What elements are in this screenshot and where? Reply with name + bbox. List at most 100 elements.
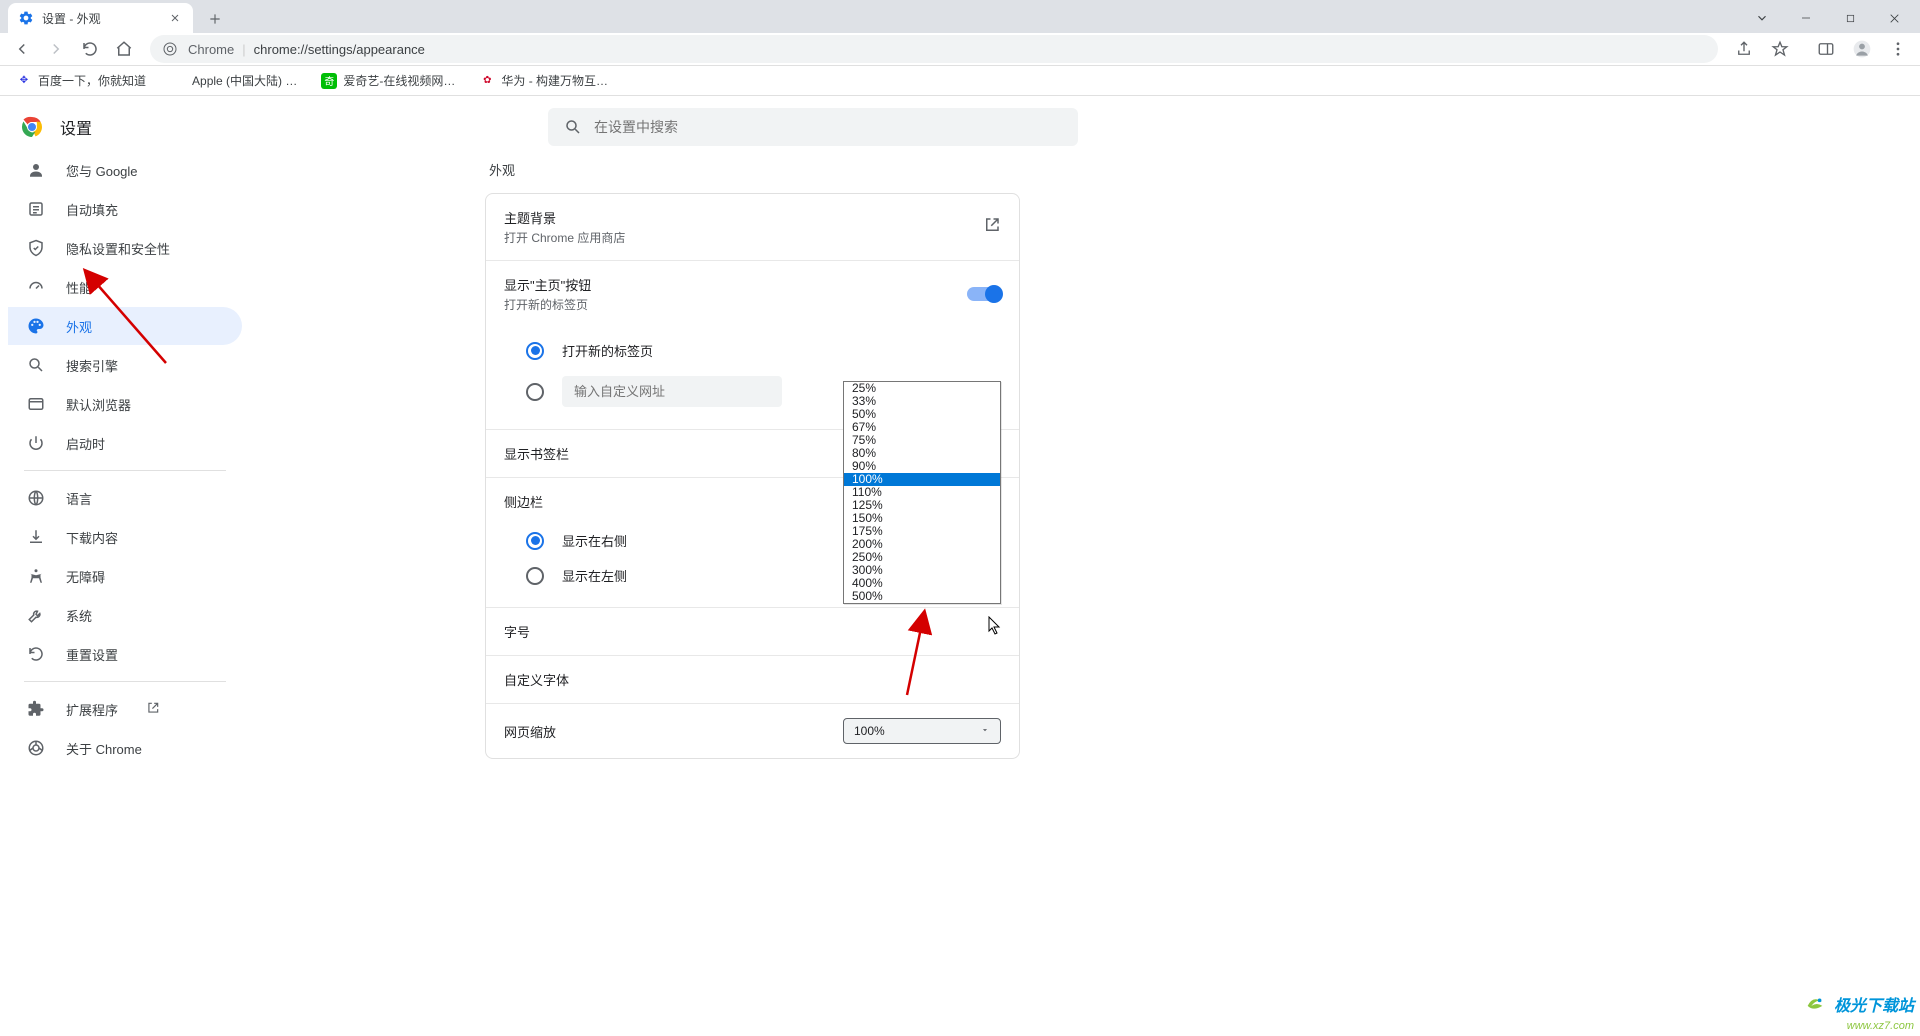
sidebar-item-label: 自动填充	[66, 200, 118, 219]
apple-icon	[170, 73, 186, 89]
browser-title-bar: 设置 - 外观	[0, 0, 1920, 33]
zoom-option[interactable]: 500%	[844, 590, 1000, 603]
autofill-icon	[26, 199, 46, 219]
page-zoom-row: 网页缩放 100%	[486, 704, 1019, 758]
section-title: 外观	[489, 160, 1020, 179]
chrome-icon	[26, 738, 46, 758]
sidebar-item-autofill[interactable]: 自动填充	[8, 190, 242, 228]
sidebar-item-label: 性能	[66, 278, 92, 297]
theme-row[interactable]: 主题背景 打开 Chrome 应用商店	[486, 194, 1019, 261]
close-window-button[interactable]	[1872, 3, 1916, 33]
menu-icon[interactable]	[1884, 35, 1912, 63]
sidebar-item-palette[interactable]: 外观	[8, 307, 242, 345]
close-tab-icon[interactable]	[167, 10, 183, 26]
browser-icon	[26, 394, 46, 414]
chrome-logo-icon	[20, 115, 44, 139]
sidebar-item-label: 重置设置	[66, 645, 118, 664]
wrench-icon	[26, 605, 46, 625]
sidebar-item-shield[interactable]: 隐私设置和安全性	[8, 229, 242, 267]
sidebar-item-label: 关于 Chrome	[66, 739, 142, 758]
home-button-row: 显示"主页"按钮 打开新的标签页	[486, 261, 1019, 327]
share-icon[interactable]	[1730, 35, 1758, 63]
bookmark-iqiyi[interactable]: 奇 爱奇艺-在线视频网…	[315, 68, 461, 93]
speed-icon	[26, 277, 46, 297]
font-size-row[interactable]: 字号	[486, 608, 1019, 656]
reset-icon	[26, 644, 46, 664]
custom-font-row[interactable]: 自定义字体	[486, 656, 1019, 704]
sidebar-item-chrome[interactable]: 关于 Chrome	[8, 729, 242, 767]
radio-icon	[526, 532, 544, 550]
profile-icon[interactable]	[1848, 35, 1876, 63]
url-bar[interactable]: Chrome | chrome://settings/appearance	[150, 35, 1718, 63]
sidebar-item-download[interactable]: 下载内容	[8, 518, 242, 556]
window-controls	[1740, 3, 1920, 33]
url-origin: Chrome	[188, 42, 234, 57]
bookmark-apple[interactable]: Apple (中国大陆) …	[164, 68, 303, 93]
new-tab-button[interactable]	[201, 5, 229, 33]
address-bar: Chrome | chrome://settings/appearance	[0, 33, 1920, 66]
watermark: 极光下载站 www.xz7.com	[1804, 992, 1914, 1032]
huawei-icon: ✿	[479, 73, 495, 89]
accessibility-icon	[26, 566, 46, 586]
chevron-down-icon[interactable]	[1740, 3, 1784, 33]
power-icon	[26, 433, 46, 453]
sidebar-item-label: 搜索引擎	[66, 356, 118, 375]
sidebar-item-label: 下载内容	[66, 528, 118, 547]
maximize-button[interactable]	[1828, 3, 1872, 33]
gear-icon	[18, 10, 34, 26]
palette-icon	[26, 316, 46, 336]
external-link-icon	[983, 216, 1001, 239]
sidebar-item-speed[interactable]: 性能	[8, 268, 242, 306]
url-path: chrome://settings/appearance	[254, 42, 425, 57]
caret-down-icon	[980, 724, 990, 738]
browser-tab[interactable]: 设置 - 外观	[8, 3, 193, 33]
sidebar-item-label: 扩展程序	[66, 700, 118, 719]
forward-button[interactable]	[42, 35, 70, 63]
home-radio-newtab[interactable]: 打开新的标签页	[486, 333, 1019, 368]
globe-icon	[26, 488, 46, 508]
bookmarks-bar: ✥ 百度一下，你就知道 Apple (中国大陆) … 奇 爱奇艺-在线视频网… …	[0, 66, 1920, 96]
sidebar-item-person[interactable]: 您与 Google	[8, 151, 242, 189]
shield-icon	[26, 238, 46, 258]
settings-search[interactable]	[548, 108, 1078, 146]
sidebar-item-extension[interactable]: 扩展程序	[8, 690, 242, 728]
zoom-dropdown[interactable]: 25%33%50%67%75%80%90%100%110%125%150%175…	[843, 381, 1001, 604]
person-icon	[26, 160, 46, 180]
star-icon[interactable]	[1766, 35, 1794, 63]
settings-page: 设置 您与 Google自动填充隐私设置和安全性性能外观搜索引擎默认浏览器启动时…	[0, 96, 1920, 1036]
sidebar-item-label: 启动时	[66, 434, 105, 453]
chrome-icon	[162, 41, 178, 57]
search-input[interactable]	[594, 119, 1062, 135]
bookmark-baidu[interactable]: ✥ 百度一下，你就知道	[10, 68, 152, 93]
sidebar-item-accessibility[interactable]: 无障碍	[8, 557, 242, 595]
sidebar-item-search[interactable]: 搜索引擎	[8, 346, 242, 384]
sidebar-item-label: 无障碍	[66, 567, 105, 586]
sidebar-item-label: 默认浏览器	[66, 395, 131, 414]
sidepanel-icon[interactable]	[1812, 35, 1840, 63]
baidu-icon: ✥	[16, 73, 32, 89]
download-icon	[26, 527, 46, 547]
home-button[interactable]	[110, 35, 138, 63]
sidebar-item-label: 您与 Google	[66, 161, 138, 180]
back-button[interactable]	[8, 35, 36, 63]
external-link-icon	[146, 701, 162, 717]
tab-title: 设置 - 外观	[42, 10, 101, 27]
sidebar-item-reset[interactable]: 重置设置	[8, 635, 242, 673]
radio-icon	[526, 383, 544, 401]
sidebar-item-browser[interactable]: 默认浏览器	[8, 385, 242, 423]
sidebar-item-label: 系统	[66, 606, 92, 625]
reload-button[interactable]	[76, 35, 104, 63]
sidebar-item-globe[interactable]: 语言	[8, 479, 242, 517]
settings-sidebar: 您与 Google 自动填充隐私设置和安全性性能外观搜索引擎默认浏览器启动时 语言…	[0, 146, 250, 772]
sidebar-item-power[interactable]: 启动时	[8, 424, 242, 462]
sidebar-item-wrench[interactable]: 系统	[8, 596, 242, 634]
sidebar-item-label: 隐私设置和安全性	[66, 239, 170, 258]
zoom-select[interactable]: 100%	[843, 718, 1001, 744]
custom-url-input[interactable]	[562, 376, 782, 407]
watermark-logo-icon	[1804, 993, 1826, 1020]
bookmark-huawei[interactable]: ✿ 华为 - 构建万物互…	[473, 68, 614, 93]
home-button-toggle[interactable]	[967, 287, 1001, 301]
minimize-button[interactable]	[1784, 3, 1828, 33]
settings-title: 设置	[60, 115, 92, 139]
search-icon	[564, 118, 582, 136]
